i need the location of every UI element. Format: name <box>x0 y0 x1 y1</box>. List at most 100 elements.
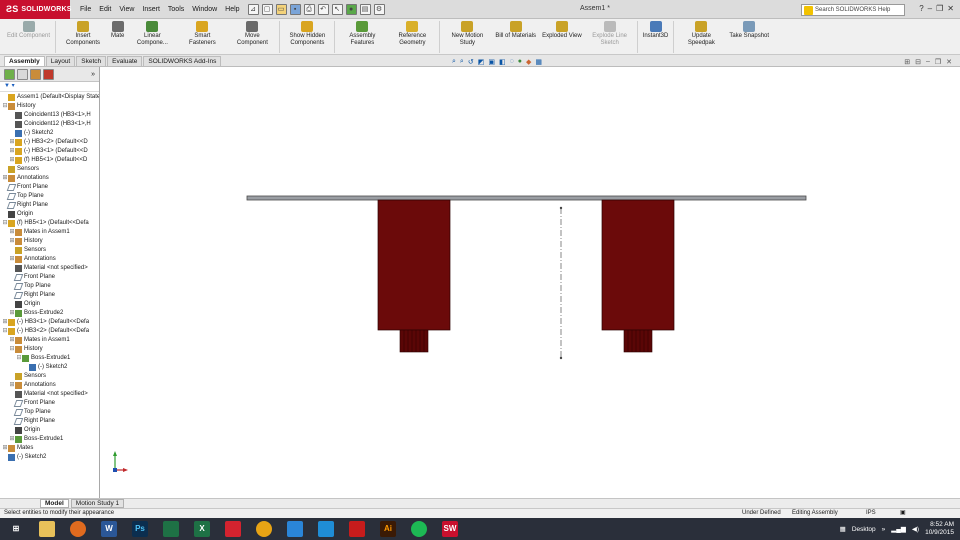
restore-icon[interactable]: ❐ <box>936 4 943 13</box>
insert-components-button[interactable]: Insert Components <box>58 19 108 47</box>
tab-model[interactable]: Model <box>40 499 69 508</box>
new-document-icon[interactable]: ▢ <box>261 3 273 15</box>
rebuild-icon[interactable]: ● <box>345 3 357 15</box>
centerline-endpoint-top[interactable] <box>559 206 563 210</box>
tree-item[interactable]: ⊞ Boss-Extrude1 <box>0 435 99 444</box>
options-icon[interactable]: ⚙ <box>373 3 385 15</box>
illustrator-icon[interactable]: Ai <box>380 521 396 537</box>
display-style-icon[interactable]: ◧ <box>499 58 506 66</box>
tree-item[interactable]: Top Plane <box>0 282 99 291</box>
tree-item[interactable]: ⊟ History <box>0 102 99 111</box>
creative-cloud-icon[interactable] <box>225 521 241 537</box>
tab-layout[interactable]: Layout <box>45 56 76 66</box>
spotify-icon[interactable] <box>411 521 427 537</box>
tree-item[interactable]: Front Plane <box>0 399 99 408</box>
tree-item[interactable]: Right Plane <box>0 201 99 210</box>
expand-tabs-icon[interactable]: » <box>91 71 95 78</box>
clock[interactable]: 8:52 AM 10/9/2015 <box>925 521 954 537</box>
tray-expand-icon[interactable]: » <box>882 526 886 533</box>
photoshop-icon[interactable]: Ps <box>132 521 148 537</box>
viewport-icon[interactable]: ⊞ <box>904 58 910 66</box>
help-search-input[interactable]: Search SOLIDWORKS Help <box>801 4 905 16</box>
print-icon[interactable]: ⎙ <box>303 3 315 15</box>
mate-button[interactable]: Mate <box>108 19 127 40</box>
network-icon[interactable]: ▂▄▆ <box>891 525 906 533</box>
assembly-features-button[interactable]: Assembly Features <box>337 19 387 47</box>
display-manager-tab-icon[interactable] <box>43 68 54 80</box>
solidworks-taskbar-icon[interactable]: SW <box>442 521 458 537</box>
status-units[interactable]: IPS <box>866 509 876 518</box>
appearance-icon[interactable]: ● <box>518 58 522 66</box>
snapshot-button[interactable]: Take Snapshot <box>726 19 772 40</box>
tree-item[interactable]: ⊞ (-) HB3<1> (Default<<Defa <box>0 318 99 327</box>
menu-file[interactable]: File <box>76 6 95 13</box>
right-block-part[interactable] <box>601 199 675 331</box>
file-explorer-icon[interactable] <box>39 521 55 537</box>
tree-item[interactable]: Top Plane <box>0 408 99 417</box>
tree-item[interactable]: ⊟ Boss-Extrude1 <box>0 354 99 363</box>
tree-item[interactable]: Front Plane <box>0 273 99 282</box>
exploded-view-button[interactable]: Exploded View <box>539 19 585 40</box>
view-settings-icon[interactable]: ▦ <box>535 58 542 66</box>
menu-tools[interactable]: Tools <box>164 6 188 13</box>
keyboard-icon[interactable]: ▦ <box>840 525 846 533</box>
plate-part[interactable] <box>246 195 807 201</box>
select-icon[interactable]: ↖ <box>331 3 343 15</box>
tab-assembly[interactable]: Assembly <box>4 56 45 66</box>
tree-item[interactable]: ⊞ Annotations <box>0 174 99 183</box>
word-icon[interactable]: W <box>101 521 117 537</box>
instant3d-button[interactable]: Instant3D <box>640 19 672 40</box>
explode-line-button[interactable]: Explode Line Sketch <box>585 19 635 47</box>
section-view-icon[interactable]: ◩ <box>478 58 485 66</box>
tree-item[interactable]: Origin <box>0 210 99 219</box>
tree-item[interactable]: Sensors <box>0 246 99 255</box>
configuration-manager-tab-icon[interactable] <box>30 68 41 80</box>
tree-item[interactable]: ⊟ (-) HB3<2> (Default<<Defa <box>0 327 99 336</box>
hide-show-icon[interactable]: ◌ <box>510 58 514 66</box>
excel-icon[interactable]: X <box>194 521 210 537</box>
linear-pattern-button[interactable]: Linear Compone... <box>127 19 177 47</box>
tree-item[interactable]: Assem1 (Default<Display State <box>0 93 99 102</box>
dropbox-icon[interactable] <box>287 521 303 537</box>
tree-item[interactable]: Sensors <box>0 372 99 381</box>
tree-item[interactable]: Coincident13 (HB3<1>,H <box>0 111 99 120</box>
tree-item[interactable]: Coincident12 (HB3<1>,H <box>0 120 99 129</box>
tree-filter[interactable]: ▼ ▾ <box>0 82 99 92</box>
tree-item[interactable]: ⊞ Mates in Assem1 <box>0 228 99 237</box>
tree-item[interactable]: Material <not specified> <box>0 390 99 399</box>
tree-item[interactable]: Origin <box>0 426 99 435</box>
menu-window[interactable]: Window <box>188 6 221 13</box>
tree-item[interactable]: (-) Sketch2 <box>0 129 99 138</box>
tree-item[interactable]: ⊞ (-) HB3<2> (Default<<D <box>0 138 99 147</box>
save-icon[interactable]: ▪ <box>289 3 301 15</box>
file-properties-icon[interactable]: ▤ <box>359 3 371 15</box>
volume-icon[interactable]: ◀) <box>912 525 919 533</box>
tab-evaluate[interactable]: Evaluate <box>107 56 143 66</box>
tree-item[interactable]: Sensors <box>0 165 99 174</box>
open-icon[interactable]: ▭ <box>275 3 287 15</box>
viewport-restore-icon[interactable]: ❐ <box>935 58 941 66</box>
menu-insert[interactable]: Insert <box>138 6 164 13</box>
tree-item[interactable]: ⊞ Annotations <box>0 255 99 264</box>
edit-component-button[interactable]: Edit Component <box>4 19 53 40</box>
desktop-toolbar-label[interactable]: Desktop <box>852 526 876 533</box>
tab-sketch[interactable]: Sketch <box>76 56 107 66</box>
tree-item[interactable]: Front Plane <box>0 183 99 192</box>
tab-addins[interactable]: SOLIDWORKS Add-Ins <box>143 56 222 66</box>
app-icon[interactable] <box>318 521 334 537</box>
tree-item[interactable]: ⊞ (-) HB3<1> (Default<<D <box>0 147 99 156</box>
feature-tree-tab-icon[interactable] <box>4 68 15 80</box>
tree-item[interactable]: Right Plane <box>0 291 99 300</box>
split-icon[interactable]: ⊟ <box>915 58 921 66</box>
tree-item[interactable]: (-) Sketch2 <box>0 453 99 462</box>
tree-item[interactable]: ⊞ Boss-Extrude2 <box>0 309 99 318</box>
menu-help[interactable]: Help <box>221 6 243 13</box>
motion-study-button[interactable]: New Motion Study <box>442 19 492 47</box>
tree-item[interactable]: Top Plane <box>0 192 99 201</box>
view-orientation-icon[interactable]: ▣ <box>488 58 495 66</box>
tree-item[interactable]: Origin <box>0 300 99 309</box>
start-button-icon[interactable]: ⊞ <box>8 521 24 537</box>
status-help-icon[interactable]: ▣ <box>900 509 906 518</box>
tree-item[interactable]: ⊞ (f) HB5<1> (Default<<D <box>0 156 99 165</box>
undo-icon[interactable]: ↶ <box>317 3 329 15</box>
